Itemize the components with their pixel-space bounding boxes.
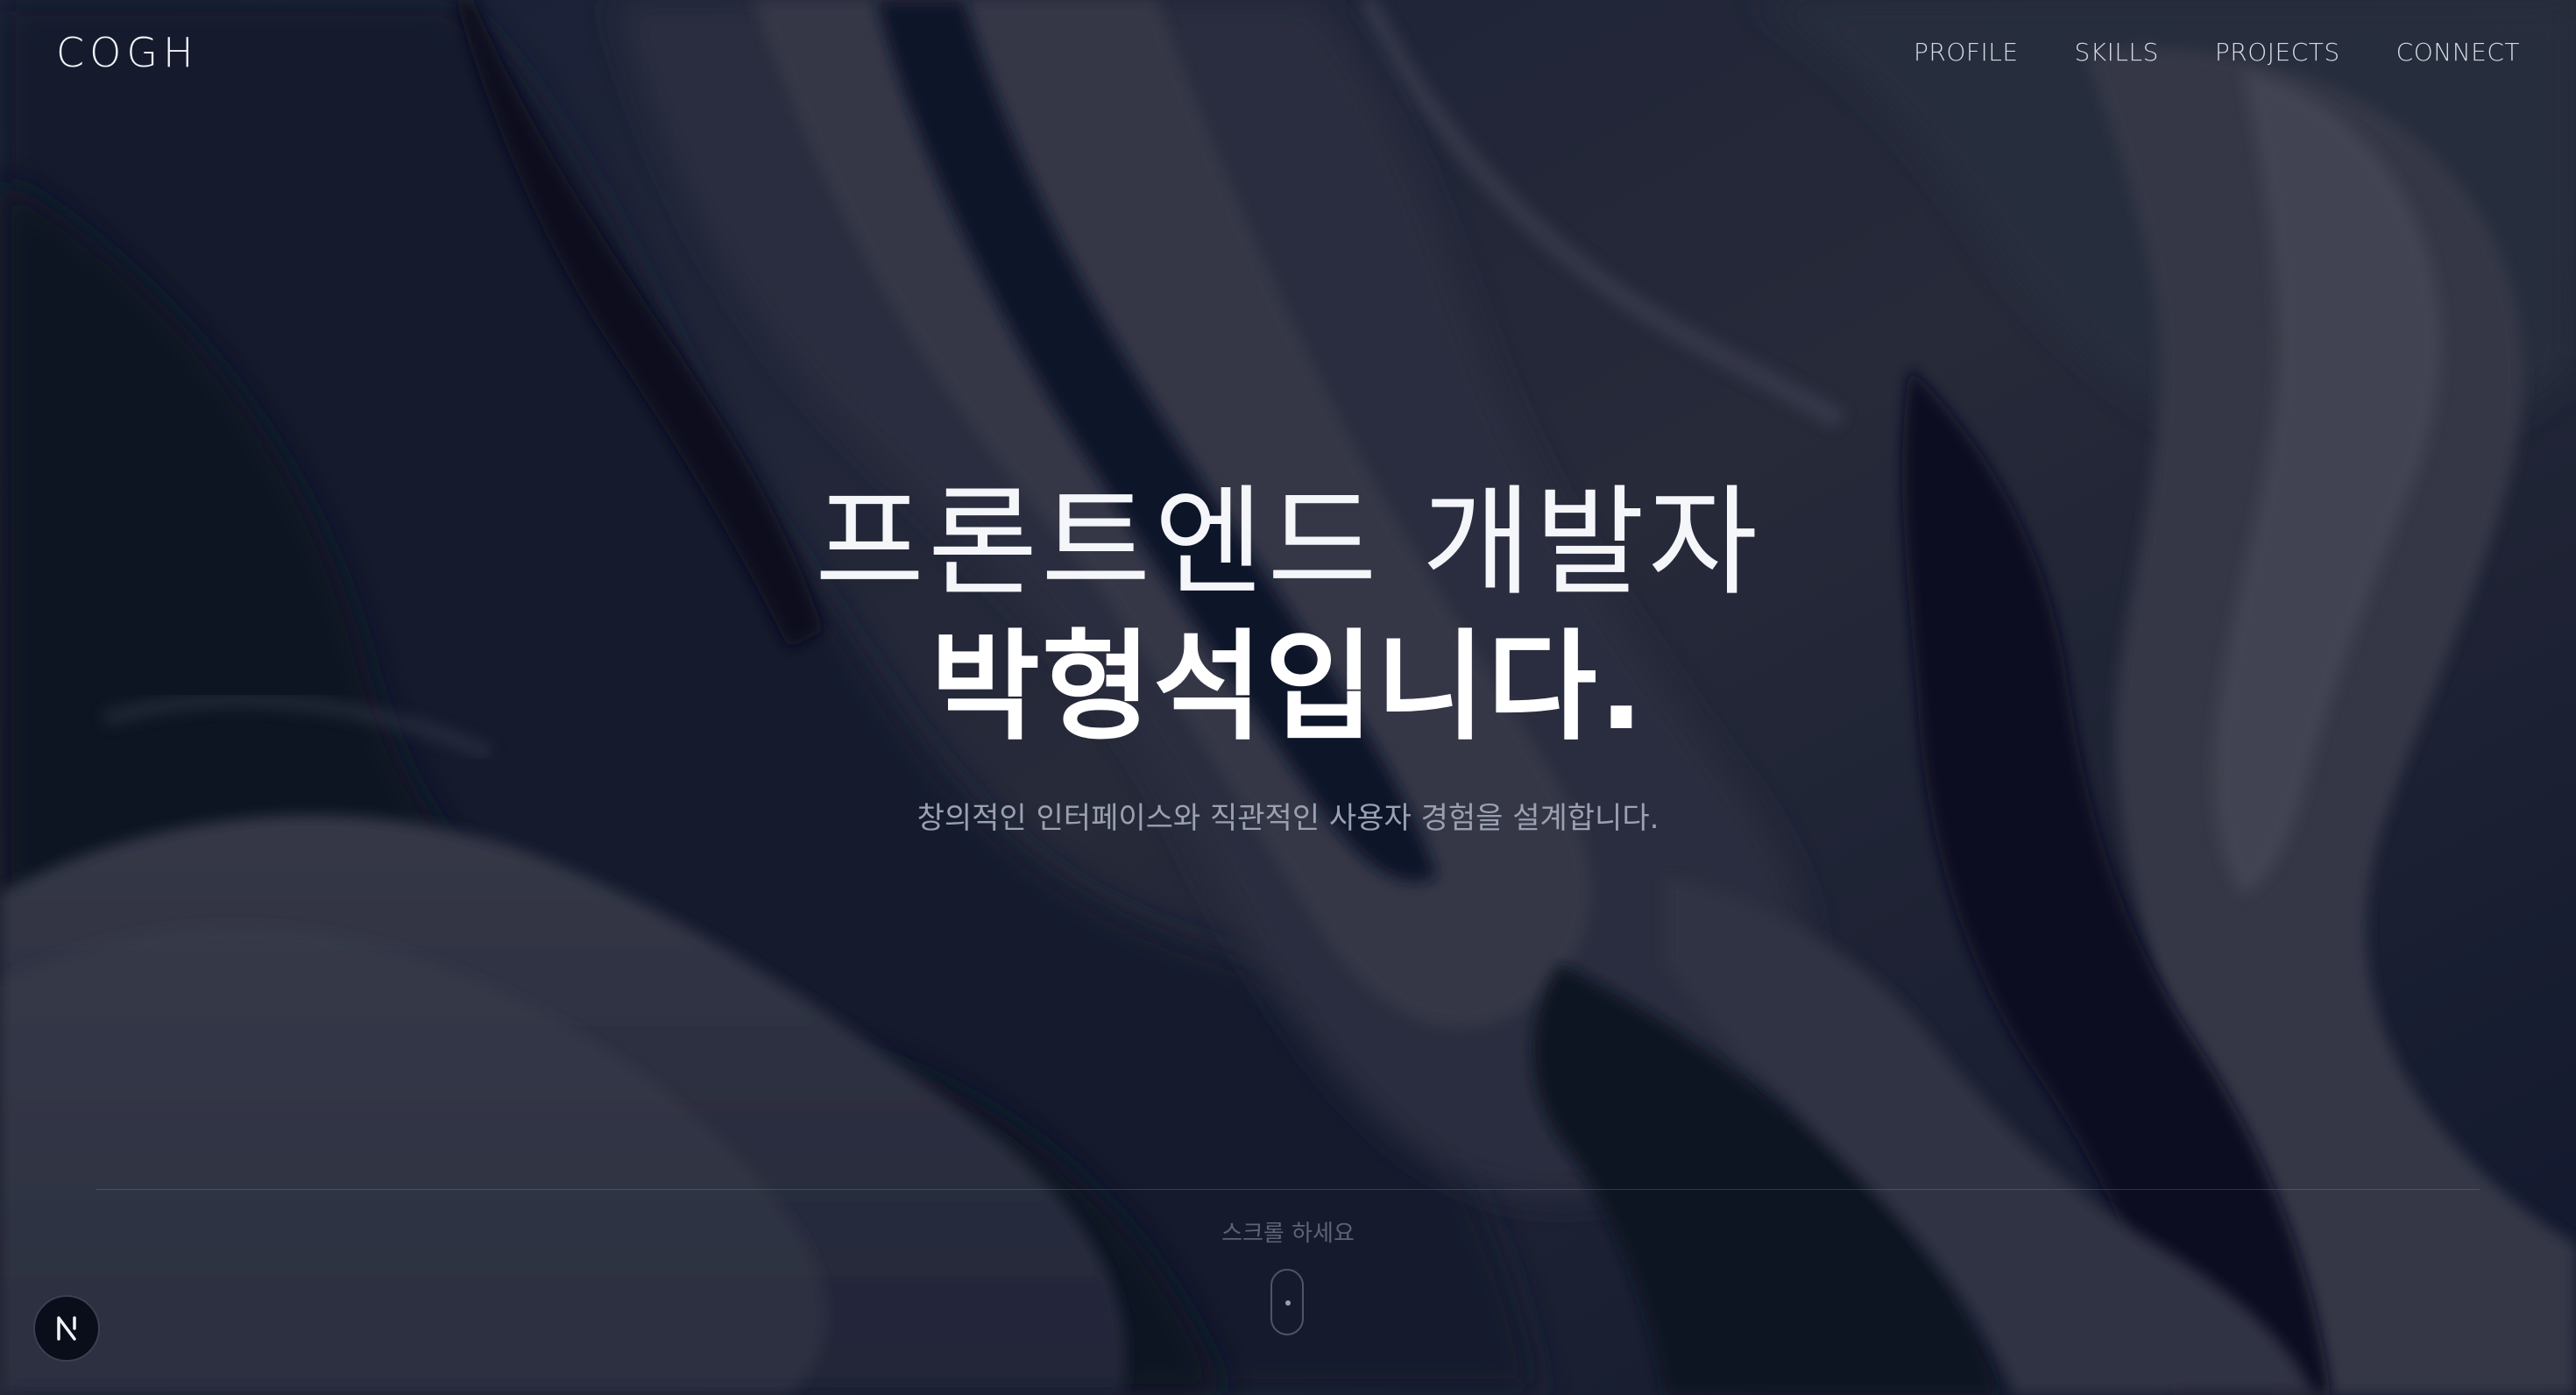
scroll-hint-text: 스크롤 하세요 <box>1221 1221 1355 1247</box>
mouse-scroll-icon[interactable] <box>1270 1269 1304 1335</box>
nav-link-connect[interactable]: CONNECT <box>2396 35 2520 70</box>
nav-link-projects[interactable]: PROJECTS <box>2215 35 2340 70</box>
mouse-scroll-dot <box>1285 1300 1291 1306</box>
site-logo[interactable]: COGH <box>56 26 199 79</box>
hero-subtitle: 창의적인 인터페이스와 직관적인 사용자 경험을 설계합니다. <box>916 801 1660 836</box>
site-header: COGH PROFILE SKILLS PROJECTS CONNECT <box>0 0 2576 105</box>
section-divider <box>96 1189 2480 1190</box>
main-nav: PROFILE SKILLS PROJECTS CONNECT <box>1914 35 2520 70</box>
nextjs-n-icon[interactable] <box>33 1295 100 1362</box>
hero-title-line1: 프론트엔드 개발자 <box>814 474 1762 613</box>
nav-link-skills[interactable]: SKILLS <box>2075 35 2159 70</box>
nextjs-n-glyph <box>57 1316 76 1341</box>
hero-section: 프론트엔드 개발자 박형석입니다. 창의적인 인터페이스와 직관적인 사용자 경… <box>0 473 2576 839</box>
hero-title-line2: 박형석입니다. <box>930 619 1646 757</box>
page: COGH PROFILE SKILLS PROJECTS CONNECT 프론트… <box>0 0 2576 1395</box>
nav-link-profile[interactable]: PROFILE <box>1914 35 2019 70</box>
